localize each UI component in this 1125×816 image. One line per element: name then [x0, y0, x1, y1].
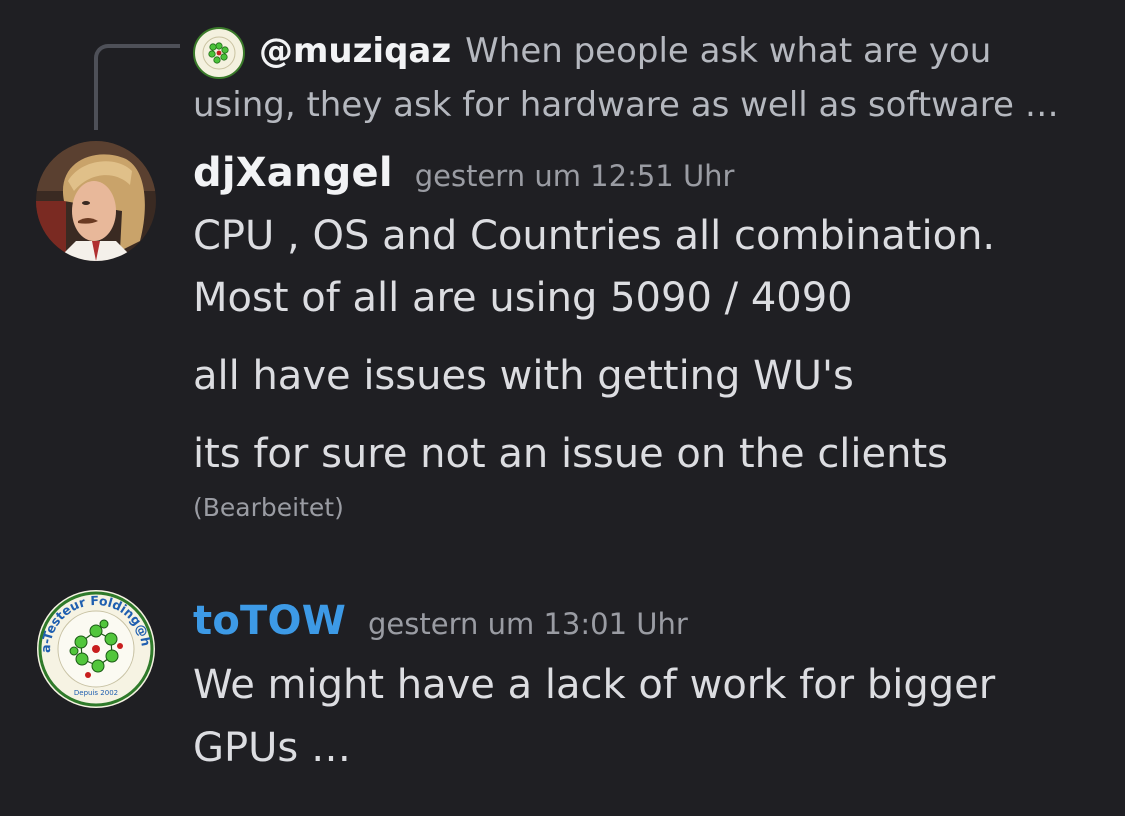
username-totow[interactable]: toTOW	[193, 598, 346, 644]
message-line: all have issues with getting WU's	[193, 353, 854, 399]
edited-label: (Bearbeitet)	[193, 493, 344, 522]
message-header-djxangel: djXangel gestern um 12:51 Uhr	[193, 150, 735, 196]
reply-author-name[interactable]: @muziqaz	[259, 31, 451, 71]
timestamp[interactable]: gestern um 13:01 Uhr	[368, 607, 688, 641]
message-line: CPU , OS and Countries all combination.	[193, 213, 996, 259]
reply-preview[interactable]: @muziqaz When people ask what are you usi…	[193, 24, 1098, 132]
message-line: its for sure not an issue on the clients	[193, 431, 949, 477]
username-djxangel[interactable]: djXangel	[193, 150, 393, 196]
reply-connector-line	[94, 44, 180, 130]
chat-view: @muziqaz When people ask what are you usi…	[0, 0, 1125, 816]
message-line: We might have a lack of work for bigger	[193, 662, 996, 708]
avatar-djxangel[interactable]	[36, 141, 156, 261]
message-line: Most of all are using 5090 / 4090	[193, 275, 853, 321]
avatar-totow[interactable]: Béta-Testeur Folding@home	[36, 589, 156, 709]
badge-footer-text: Depuis 2002	[74, 689, 118, 697]
message-line: GPUs …	[193, 725, 351, 771]
timestamp[interactable]: gestern um 12:51 Uhr	[415, 159, 735, 193]
message-header-totow: toTOW gestern um 13:01 Uhr	[193, 598, 688, 644]
